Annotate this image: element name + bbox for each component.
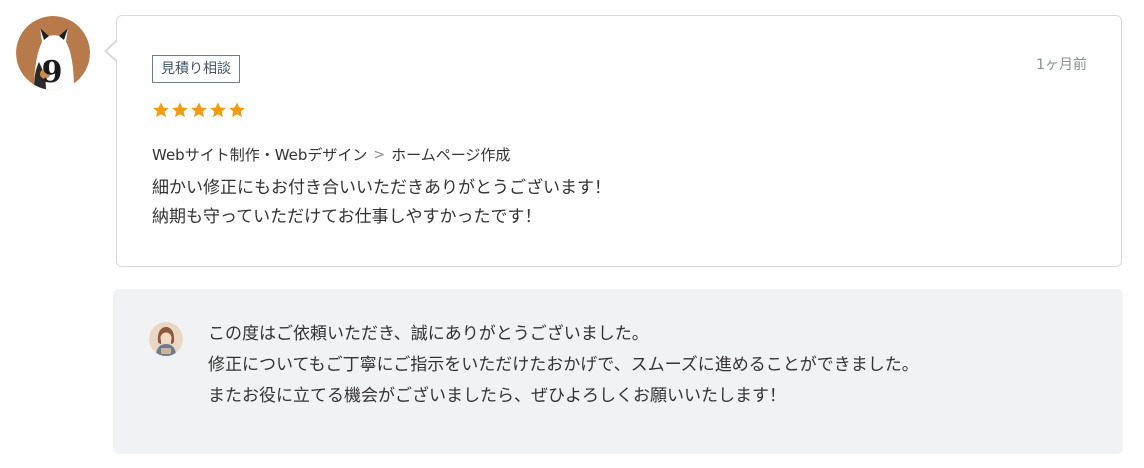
review-date: 1ヶ月前	[1036, 57, 1087, 73]
review-line: 細かい修正にもお付き合いいただきありがとうございます！	[152, 178, 611, 198]
svg-text:9: 9	[42, 55, 63, 90]
seller-reply: この度はご依頼いただき、誠にありがとうございました。 修正についてもご丁寧にご指…	[113, 289, 1123, 454]
cat-number-9-avatar-icon: 9	[16, 16, 90, 90]
reply-body: この度はご依頼いただき、誠にありがとうございました。 修正についてもご丁寧にご指…	[208, 319, 919, 412]
review-line: 納期も守っていただけてお仕事しやすかったです！	[152, 207, 542, 227]
seller-avatar[interactable]	[149, 322, 183, 356]
reply-line: この度はご依頼いただき、誠にありがとうございました。	[208, 324, 649, 344]
review-body: 細かい修正にもお付き合いいただきありがとうございます！ 納期も守っていただけてお…	[152, 174, 611, 232]
service-category-breadcrumb: Webサイト制作・Webデザイン > ホームページ作成	[152, 144, 510, 165]
reviewer-avatar[interactable]: 9	[16, 16, 90, 90]
star-icon	[210, 102, 226, 118]
review-item: 9 見積り相談 1ヶ月前 Webサイト制作・Webデザイン > ホームページ作成…	[0, 0, 1144, 468]
request-type-tag: 見積り相談	[152, 55, 240, 83]
category-child[interactable]: ホームページ作成	[391, 144, 510, 165]
category-parent[interactable]: Webサイト制作・Webデザイン	[152, 144, 367, 165]
seller-avatar-icon	[149, 322, 183, 356]
star-icon	[153, 102, 169, 118]
star-icon	[229, 102, 245, 118]
breadcrumb-separator: >	[373, 146, 386, 163]
reply-line: またお役に立てる機会がございましたら、ぜひよろしくお願いいたします！	[208, 386, 786, 406]
review-card: 見積り相談 1ヶ月前 Webサイト制作・Webデザイン > ホームページ作成 細…	[104, 15, 1122, 267]
star-icon	[172, 102, 188, 118]
star-icon	[191, 102, 207, 118]
star-rating	[152, 101, 246, 119]
reply-line: 修正についてもご丁寧にご指示をいただけたおかげで、スムーズに進めることができまし…	[208, 355, 919, 375]
card-pointer-inner	[107, 41, 118, 61]
